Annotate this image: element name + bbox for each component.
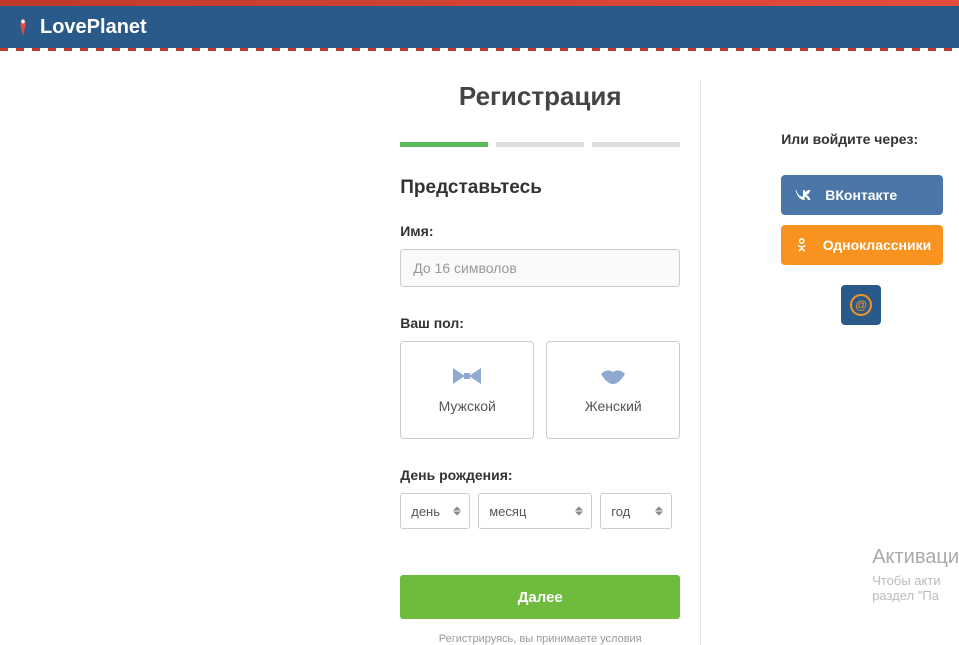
chevron-updown-icon xyxy=(453,507,461,516)
vk-label: ВКонтакте xyxy=(825,187,897,203)
progress-step-3 xyxy=(592,142,680,147)
ok-icon xyxy=(793,235,810,255)
name-input[interactable] xyxy=(400,249,680,287)
day-select[interactable]: день xyxy=(400,493,470,529)
gender-female-option[interactable]: Женский xyxy=(546,341,680,439)
progress-step-1 xyxy=(400,142,488,147)
vk-icon xyxy=(793,185,813,205)
bowtie-icon xyxy=(451,366,483,386)
month-select[interactable]: месяц xyxy=(478,493,592,529)
chevron-updown-icon xyxy=(655,507,663,516)
vk-login-button[interactable]: ВКонтакте xyxy=(781,175,943,215)
progress-steps xyxy=(400,142,680,147)
gender-label: Ваш пол: xyxy=(400,315,680,331)
at-icon: @ xyxy=(850,294,872,316)
ok-login-button[interactable]: Одноклассники xyxy=(781,225,943,265)
rocket-icon xyxy=(12,16,34,38)
site-header: LovePlanet xyxy=(0,6,959,48)
brand-name: LovePlanet xyxy=(40,16,147,39)
name-label: Имя: xyxy=(400,223,680,239)
gender-female-label: Женский xyxy=(585,398,642,414)
social-login-title: Или войдите через: xyxy=(781,131,959,147)
brand-logo[interactable]: LovePlanet xyxy=(12,16,147,39)
next-button[interactable]: Далее xyxy=(400,575,680,619)
page-title: Регистрация xyxy=(400,81,680,112)
progress-step-2 xyxy=(496,142,584,147)
dob-label: День рождения: xyxy=(400,467,680,483)
section-title: Представьтесь xyxy=(400,177,680,199)
windows-watermark: Активаци Чтобы акти раздел "Па xyxy=(872,546,959,603)
gender-male-label: Мужской xyxy=(439,398,496,414)
year-select[interactable]: год xyxy=(600,493,672,529)
ok-label: Одноклассники xyxy=(823,237,932,253)
gender-male-option[interactable]: Мужской xyxy=(400,341,534,439)
mailru-login-button[interactable]: @ xyxy=(841,285,881,325)
terms-text: Регистрируясь, вы принимаете условия xyxy=(400,633,680,645)
lips-icon xyxy=(597,366,629,386)
chevron-updown-icon xyxy=(575,507,583,516)
